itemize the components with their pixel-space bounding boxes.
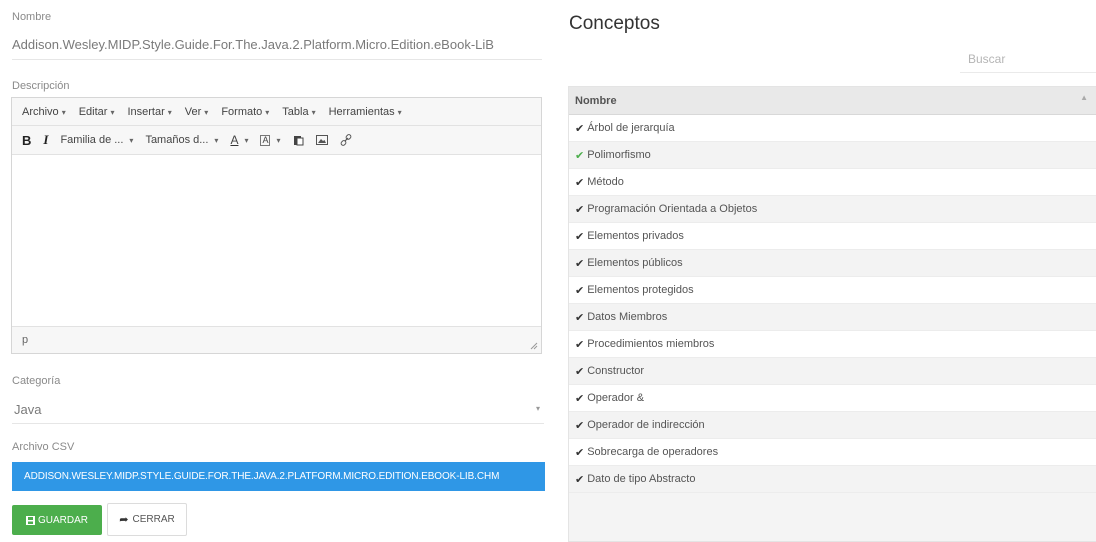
csv-file-input[interactable]: ADDISON.WESLEY.MIDP.STYLE.GUIDE.FOR.THE.… (12, 462, 545, 491)
search-input[interactable] (960, 45, 1096, 73)
insert-image-button[interactable] (315, 135, 328, 145)
background-color-button[interactable]: A ▾ (260, 134, 281, 146)
menu-formato[interactable]: Formato ▾ (221, 106, 269, 118)
concept-name: Elementos privados (587, 230, 684, 242)
concept-name: Operador de indirección (587, 419, 705, 431)
concept-name: Árbol de jerarquía (587, 122, 675, 134)
concept-name: Operador & (587, 392, 645, 404)
table-row[interactable]: ✔ Polimorfismo (569, 142, 1096, 169)
category-select[interactable]: Java ▾ (12, 399, 544, 424)
link-icon (340, 134, 351, 146)
floppy-icon (25, 515, 35, 525)
description-label: Descripción (12, 80, 70, 92)
csv-label: Archivo CSV (12, 441, 75, 453)
concepts-title: Conceptos (569, 13, 660, 34)
concept-name: Constructor (587, 365, 645, 377)
table-row[interactable]: ✔ Elementos públicos (569, 250, 1096, 277)
check-icon: ✔ (575, 257, 585, 270)
check-icon: ✔ (575, 311, 585, 324)
check-icon: ✔ (575, 392, 585, 405)
concept-name: Elementos protegidos (587, 284, 694, 296)
table-row[interactable]: ✔ Operador & (569, 385, 1096, 412)
category-label: Categoría (12, 375, 61, 387)
concept-name: Dato de tipo Abstracto (587, 473, 696, 485)
menu-insertar[interactable]: Insertar ▾ (127, 106, 171, 118)
name-label: Nombre (12, 11, 52, 23)
save-button[interactable]: GUARDAR (12, 505, 102, 535)
menu-archivo[interactable]: Archivo ▾ (22, 106, 66, 118)
resize-handle-icon[interactable] (530, 342, 538, 350)
close-label: CERRAR (132, 514, 175, 525)
sort-icon[interactable]: ▲ (1080, 93, 1088, 102)
check-icon: ✔ (575, 203, 585, 216)
concept-name: Sobrecarga de operadores (587, 446, 719, 458)
check-icon: ✔ (575, 473, 585, 486)
column-header-nombre[interactable]: Nombre ▲ (569, 87, 1096, 115)
editor-menubar: Archivo ▾ Editar ▾ Insertar ▾ Ver ▾ Formato ▾… (12, 98, 541, 126)
category-value: Java (14, 402, 42, 417)
check-icon: ✔ (575, 176, 585, 189)
check-icon: ✔ (575, 446, 585, 459)
chevron-down-icon: ▾ (535, 404, 540, 413)
concept-name: Procedimientos miembros (587, 338, 715, 350)
table-row[interactable]: ✔ Procedimientos miembros (569, 331, 1096, 358)
table-row[interactable]: ✔ Elementos privados (569, 223, 1096, 250)
bold-button[interactable]: B (22, 133, 31, 148)
check-icon: ✔ (575, 419, 585, 432)
concept-name: Polimorfismo (587, 149, 651, 161)
menu-editar[interactable]: Editar ▾ (79, 106, 115, 118)
concepts-table: Nombre ▲ ✔ Árbol de jerarquía ✔ Polimorfism… (568, 86, 1096, 542)
table-row[interactable]: ✔ Operador de indirección (569, 412, 1096, 439)
paste-icon (293, 136, 303, 146)
csv-file-name: ADDISON.WESLEY.MIDP.STYLE.GUIDE.FOR.THE.… (24, 471, 500, 482)
name-field[interactable]: Addison.Wesley.MIDP.Style.Guide.For.The.… (12, 37, 542, 60)
table-row[interactable]: ✔ Datos Miembros (569, 304, 1096, 331)
table-row[interactable]: ✔ Sobrecarga de operadores (569, 439, 1096, 466)
concepts-rows: ✔ Árbol de jerarquía ✔ Polimorfismo ✔ Método ✔… (569, 115, 1096, 493)
close-button[interactable]: ➦ CERRAR (107, 503, 187, 536)
check-icon: ✔ (575, 230, 585, 243)
editor-content-area[interactable] (12, 155, 541, 325)
check-icon: ✔ (575, 149, 585, 162)
check-icon: ✔ (575, 365, 585, 378)
background-color-icon: A (260, 134, 271, 146)
paste-button[interactable] (293, 134, 304, 146)
concept-name: Método (587, 176, 624, 188)
table-row[interactable]: ✔ Programación Orientada a Objetos (569, 196, 1096, 223)
table-row[interactable]: ✔ Elementos protegidos (569, 277, 1096, 304)
check-icon: ✔ (575, 338, 585, 351)
insert-link-button[interactable] (340, 134, 352, 146)
font-size-select[interactable]: Tamaños d... ▾ (145, 134, 218, 146)
image-icon (315, 135, 328, 145)
table-row[interactable]: ✔ Constructor (569, 358, 1096, 385)
concept-name: Datos Miembros (587, 311, 668, 323)
element-path[interactable]: p (22, 334, 28, 346)
text-color-button[interactable]: A ▾ (230, 133, 248, 147)
share-arrow-icon: ➦ (119, 514, 129, 526)
menu-ver[interactable]: Ver ▾ (185, 106, 209, 118)
editor-statusbar: p (12, 326, 541, 353)
concept-name: Elementos públicos (587, 257, 683, 269)
table-row[interactable]: ✔ Árbol de jerarquía (569, 115, 1096, 142)
text-color-icon: A (230, 133, 239, 147)
table-row[interactable]: ✔ Método (569, 169, 1096, 196)
editor-toolbar: B I Familia de ... ▾ Tamaños d... ▾ A ▾ A ▾ (12, 126, 541, 155)
table-row[interactable]: ✔ Dato de tipo Abstracto (569, 466, 1096, 493)
rich-text-editor: Archivo ▾ Editar ▾ Insertar ▾ Ver ▾ Formato ▾… (11, 97, 542, 354)
font-family-select[interactable]: Familia de ... ▾ (60, 134, 133, 146)
italic-button[interactable]: I (43, 132, 48, 148)
check-icon: ✔ (575, 284, 585, 297)
menu-tabla[interactable]: Tabla ▾ (282, 106, 315, 118)
check-icon: ✔ (575, 122, 585, 135)
save-label: GUARDAR (37, 514, 88, 526)
menu-herramientas[interactable]: Herramientas ▾ (329, 106, 402, 118)
concept-name: Programación Orientada a Objetos (587, 203, 758, 215)
